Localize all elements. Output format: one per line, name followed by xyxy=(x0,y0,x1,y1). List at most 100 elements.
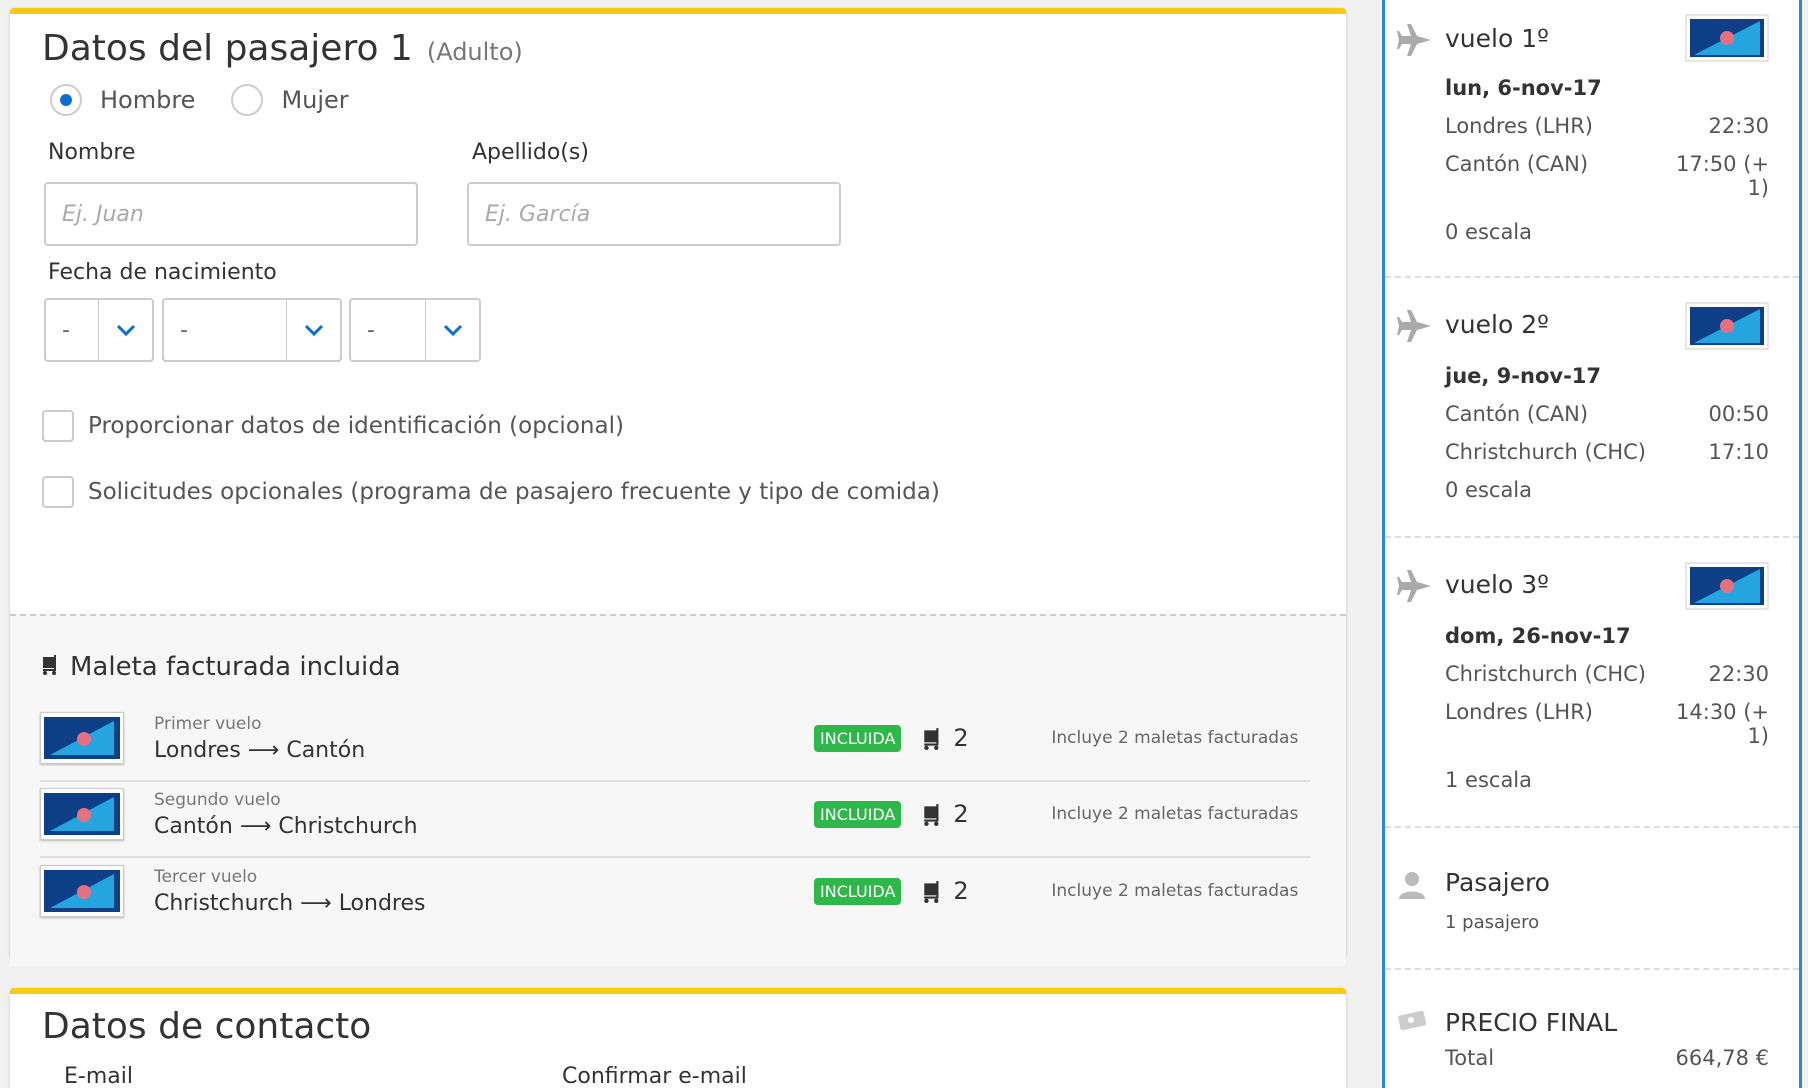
gender-female-option[interactable]: Mujer xyxy=(231,84,349,116)
plane-icon xyxy=(1397,308,1433,348)
bag-count-value: 2 xyxy=(953,800,969,828)
departure-time: 00:50 xyxy=(1708,402,1769,426)
route-from: Londres xyxy=(154,737,241,763)
chevron-down-icon xyxy=(286,300,340,360)
arrival-airport: Londres (LHR) xyxy=(1445,700,1593,724)
route-from: Cantón xyxy=(154,813,233,839)
dob-day-value: - xyxy=(62,317,70,343)
optional-requests-label: Solicitudes opcionales (programa de pasa… xyxy=(88,479,940,505)
email-label: E-mail xyxy=(64,1064,133,1088)
leg-date: jue, 9-nov-17 xyxy=(1445,364,1602,388)
leg-date: dom, 26-nov-17 xyxy=(1445,624,1631,648)
arrival-day-offset: 1) xyxy=(1747,724,1769,748)
baggage-section: Maleta facturada incluida Primer vuelo L… xyxy=(10,614,1346,966)
luggage-cart-icon xyxy=(40,652,62,682)
gender-male-option[interactable]: Hombre xyxy=(50,84,195,116)
passenger-type: (Adulto) xyxy=(426,38,523,66)
passenger-count: 1 pasajero xyxy=(1445,912,1540,933)
arrow-right-icon: ⟶ xyxy=(300,890,332,916)
dob-month-select[interactable]: - xyxy=(162,298,342,362)
airline-logo xyxy=(1685,562,1769,610)
ticket-icon xyxy=(1397,1008,1429,1036)
optional-requests-checkbox-row[interactable]: Solicitudes opcionales (programa de pasa… xyxy=(42,476,940,508)
arrow-right-icon: ⟶ xyxy=(239,813,272,839)
leg-stops: 1 escala xyxy=(1445,768,1533,792)
flight-ordinal-label: Segundo vuelo xyxy=(154,789,281,810)
leg-departure: Cantón (CAN) 00:50 xyxy=(1445,402,1769,426)
gender-male-radio[interactable] xyxy=(50,84,82,116)
airline-logo xyxy=(1685,14,1769,62)
arrival-time: 17:10 xyxy=(1708,440,1769,464)
bag-count-value: 2 xyxy=(953,877,969,905)
luggage-cart-icon xyxy=(924,804,939,826)
airline-logo xyxy=(40,788,124,840)
baggage-flight-info: Tercer vuelo Christchurch ⟶ Londres xyxy=(154,867,814,916)
checkout-page: Datos del pasajero 1 (Adulto) Hombre Muje… xyxy=(0,0,1808,1088)
surname-input[interactable]: Ej. García xyxy=(467,182,841,246)
leg-departure: Christchurch (CHC) 22:30 xyxy=(1445,662,1769,686)
route-from: Christchurch xyxy=(154,890,294,916)
final-price-title: PRECIO FINAL xyxy=(1445,1008,1618,1037)
route-to: Christchurch xyxy=(278,813,418,839)
baggage-flight-info: Segundo vuelo Cantón ⟶ Christchurch xyxy=(154,790,814,839)
price-summary: PRECIO FINAL Total 664,78 € xyxy=(1385,970,1799,1088)
leg-arrival: Cantón (CAN) 17:50 (+ 1) xyxy=(1445,152,1769,200)
name-input[interactable]: Ej. Juan xyxy=(44,182,418,246)
leg-title: vuelo 2º xyxy=(1445,310,1549,339)
airline-logo xyxy=(40,712,124,764)
total-label: Total xyxy=(1445,1046,1495,1070)
dob-year-select[interactable]: - xyxy=(349,298,481,362)
bag-description: Incluye 2 maletas facturadas xyxy=(1051,881,1299,901)
arrival-time-line1: 14:30 (+ xyxy=(1676,700,1769,724)
passenger-summary: Pasajero 1 pasajero xyxy=(1385,828,1799,970)
passenger-card: Datos del pasajero 1 (Adulto) Hombre Muje… xyxy=(10,8,1346,966)
luggage-cart-icon xyxy=(924,881,939,903)
arrival-time: 14:30 (+ 1) xyxy=(1676,700,1769,748)
chevron-down-icon xyxy=(98,300,152,360)
optional-requests-checkbox[interactable] xyxy=(42,476,74,508)
passenger-summary-title: Pasajero xyxy=(1445,868,1550,897)
user-icon xyxy=(1397,870,1427,904)
plane-icon xyxy=(1397,568,1433,608)
gender-male-label: Hombre xyxy=(100,86,196,114)
airline-logo xyxy=(40,865,124,917)
surname-label: Apellido(s) xyxy=(472,140,589,165)
plane-icon xyxy=(1397,22,1433,62)
arrow-right-icon: ⟶ xyxy=(247,737,280,763)
leg-arrival: Londres (LHR) 14:30 (+ 1) xyxy=(1445,700,1769,748)
leg-title: vuelo 1º xyxy=(1445,24,1549,53)
arrival-airport: Christchurch (CHC) xyxy=(1445,440,1646,464)
name-label: Nombre xyxy=(48,140,136,165)
flight-route: Cantón ⟶ Christchurch xyxy=(154,814,814,839)
bag-count: 2 xyxy=(921,800,1031,828)
leg-title: vuelo 3º xyxy=(1445,570,1549,599)
included-badge: INCLUIDA xyxy=(814,877,902,905)
departure-airport: Christchurch (CHC) xyxy=(1445,662,1646,686)
flight-ordinal-label: Primer vuelo xyxy=(154,713,262,734)
id-details-checkbox-row[interactable]: Proporcionar datos de identificación (op… xyxy=(42,410,624,442)
dob-month-value: - xyxy=(180,317,188,343)
bag-count: 2 xyxy=(921,724,1031,752)
route-to: Cantón xyxy=(286,737,366,763)
passenger-title: Datos del pasajero 1 (Adulto) xyxy=(42,28,523,69)
bag-description: Incluye 2 maletas facturadas xyxy=(1051,728,1299,748)
dob-day-select[interactable]: - xyxy=(44,298,154,362)
bag-count-value: 2 xyxy=(953,724,969,752)
trip-summary-panel: vuelo 1º lun, 6-nov-17 Londres (LHR) 22:3… xyxy=(1382,0,1802,1088)
baggage-row: Segundo vuelo Cantón ⟶ Christchurch INCL… xyxy=(40,772,1310,858)
id-details-checkbox[interactable] xyxy=(42,410,74,442)
arrival-airport: Cantón (CAN) xyxy=(1445,152,1589,176)
leg-arrival: Christchurch (CHC) 17:10 xyxy=(1445,440,1769,464)
departure-airport: Cantón (CAN) xyxy=(1445,402,1589,426)
bag-count: 2 xyxy=(921,877,1031,905)
baggage-row: Tercer vuelo Christchurch ⟶ Londres INCL… xyxy=(40,848,1310,934)
contact-card: Datos de contacto E-mail Confirmar e-mai… xyxy=(10,988,1346,1088)
baggage-heading: Maleta facturada incluida xyxy=(40,652,401,682)
gender-female-label: Mujer xyxy=(281,86,349,114)
flight-leg: vuelo 2º jue, 9-nov-17 Cantón (CAN) 00:50… xyxy=(1385,278,1799,538)
flight-route: Londres ⟶ Cantón xyxy=(154,738,814,763)
included-badge: INCLUIDA xyxy=(814,724,902,752)
baggage-title: Maleta facturada incluida xyxy=(70,652,401,682)
gender-female-radio[interactable] xyxy=(231,84,264,116)
departure-airport: Londres (LHR) xyxy=(1445,114,1593,138)
